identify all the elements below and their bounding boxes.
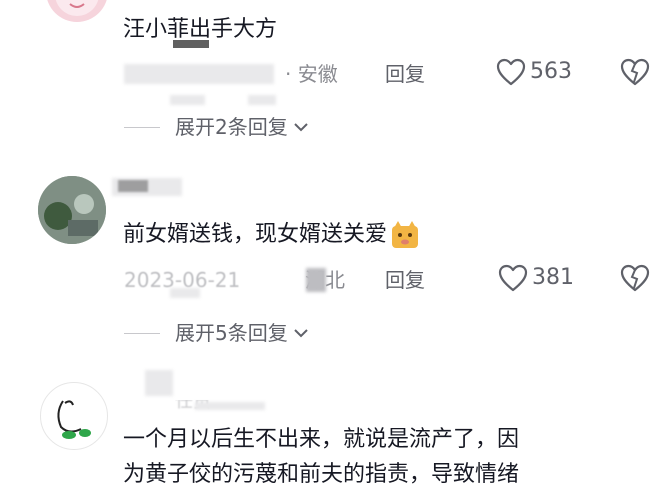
divider: [124, 127, 160, 128]
broken-heart-icon: [620, 58, 650, 86]
heart-icon: [498, 264, 528, 292]
broken-heart-icon: [620, 264, 650, 292]
like-button[interactable]: 381: [498, 264, 574, 292]
comment-item-1: 汪小菲出手大方 · 安徽 回复 563 展开2条回复: [0, 0, 668, 150]
like-count: 381: [532, 265, 574, 290]
blurred-username: [145, 370, 173, 396]
cat-emoji-icon: [390, 220, 420, 250]
blurred-date: [124, 64, 274, 84]
expand-replies-button[interactable]: 展开5条回复: [175, 319, 310, 347]
reply-button[interactable]: 回复: [385, 60, 425, 88]
avatar[interactable]: [40, 382, 108, 450]
heart-icon: [496, 58, 526, 86]
blurred-text: [170, 95, 205, 105]
avatar[interactable]: [38, 176, 106, 244]
comment-text: 前女婿送钱，现女婿送关爱: [123, 220, 420, 250]
like-button[interactable]: 563: [496, 58, 572, 86]
comment-item-2: 前女婿送钱，现女婿送关爱 2023-06-21 湖北 回复 381: [0, 150, 668, 350]
comment-item-3: 任贸 一个月以后生不出来，就说是流产了，因 为黄子佼的污蔑和前夫的指责，导致情绪: [0, 350, 668, 495]
blurred-text: [248, 95, 276, 105]
blurred-mark: [306, 268, 326, 292]
avatar[interactable]: [46, 0, 108, 22]
chevron-down-icon: [292, 327, 310, 339]
blurred-text: [170, 288, 200, 298]
blurred-mark: [118, 180, 148, 192]
expand-label: 展开2条回复: [175, 115, 288, 139]
blurred-mark: [173, 40, 209, 48]
expand-replies-button[interactable]: 展开2条回复: [175, 113, 310, 141]
chevron-down-icon: [292, 121, 310, 133]
comment-location: · 安徽: [285, 62, 338, 86]
reply-button[interactable]: 回复: [385, 266, 425, 294]
divider: [124, 333, 160, 334]
comment-text-line-1: 一个月以后生不出来，就说是流产了，因: [123, 427, 520, 452]
comment-text-line-2: 为黄子佼的污蔑和前夫的指责，导致情绪: [123, 462, 520, 487]
dislike-button[interactable]: [620, 58, 650, 86]
like-count: 563: [530, 59, 572, 84]
dislike-button[interactable]: [620, 264, 650, 292]
expand-label: 展开5条回复: [175, 321, 288, 345]
blurred-text: [195, 402, 265, 410]
